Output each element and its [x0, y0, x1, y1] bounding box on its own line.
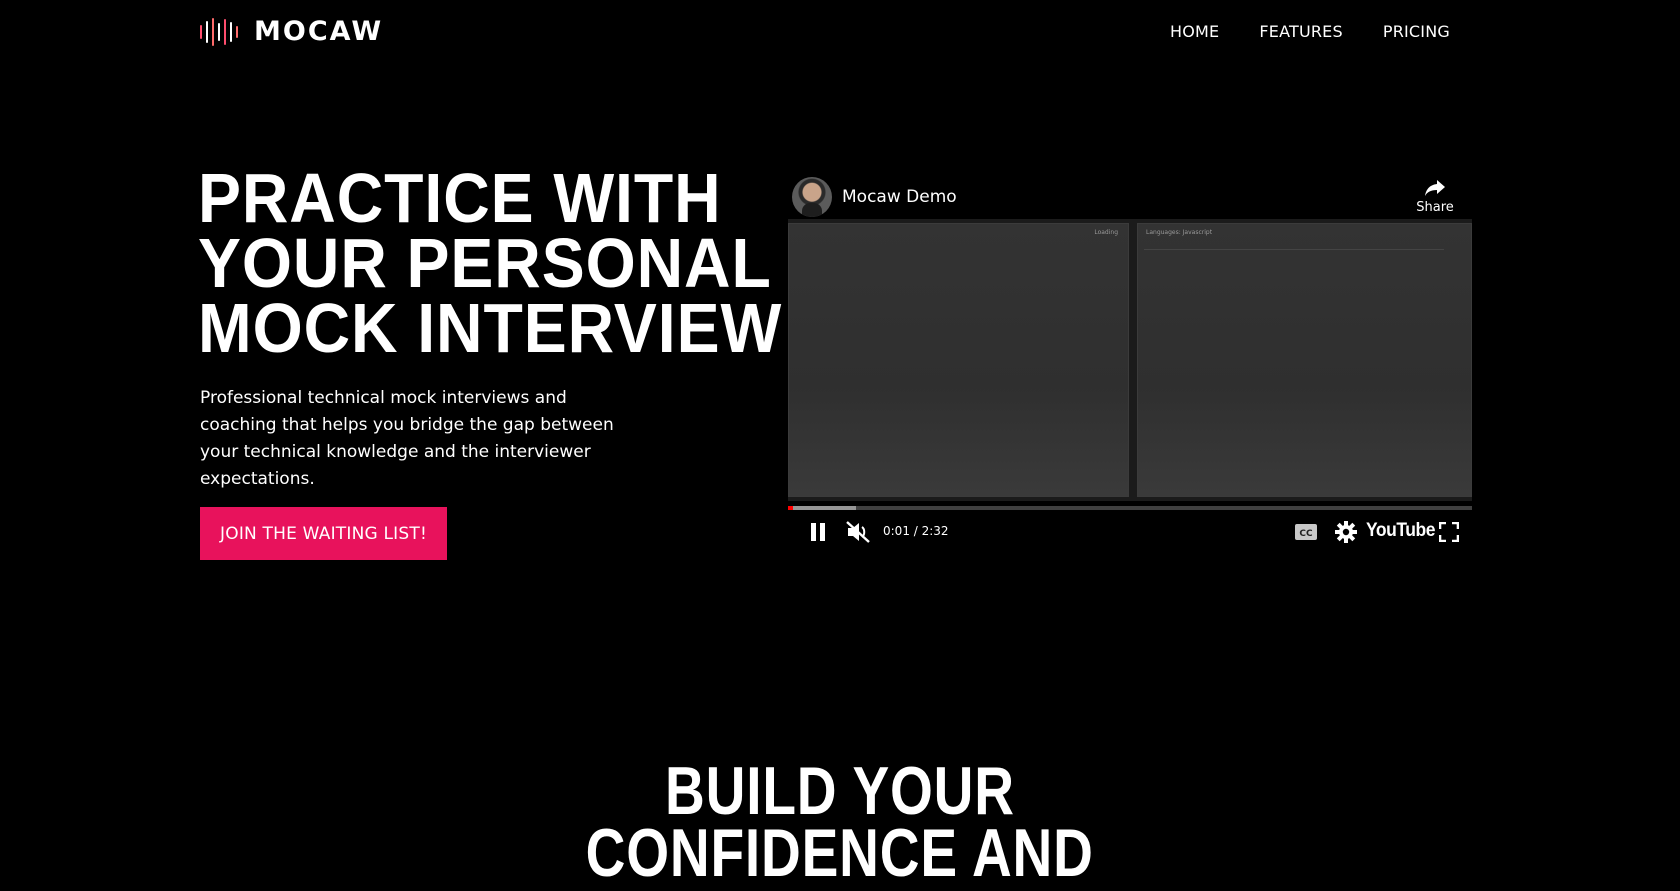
share-label: Share	[1416, 200, 1454, 215]
progress-loaded	[788, 506, 856, 510]
fullscreen-icon	[1439, 522, 1459, 542]
brand-logo[interactable]: MOCAW	[200, 16, 383, 48]
hero-title-line: YOUR PERSONAL	[198, 224, 772, 302]
fullscreen-button[interactable]	[1430, 512, 1468, 552]
pause-icon	[811, 523, 825, 541]
settings-button[interactable]	[1328, 512, 1364, 552]
logo-bar	[218, 23, 220, 41]
main-nav: HOME FEATURES PRICING	[1170, 20, 1450, 44]
nav-pricing[interactable]: PRICING	[1383, 20, 1450, 44]
pane-toolbar	[1144, 238, 1444, 250]
hero-subtitle: Professional technical mock interviews a…	[200, 388, 614, 489]
logo-bar	[236, 26, 238, 38]
join-waiting-list-button[interactable]: JOIN THE WAITING LIST!	[200, 507, 447, 560]
site-header: MOCAW HOME FEATURES PRICING	[0, 0, 1680, 64]
share-arrow-icon	[1425, 180, 1445, 196]
pane-loading-text: Loading	[1094, 229, 1118, 236]
channel-avatar[interactable]	[792, 177, 832, 217]
hero-title-line: MOCK INTERVIEWER	[198, 289, 874, 367]
video-title[interactable]: Mocaw Demo	[842, 186, 957, 208]
video-pane-right: Languages: Javascript	[1137, 223, 1472, 497]
svg-text:CC: CC	[1299, 529, 1313, 539]
hero-title: PRACTICE WITH YOUR PERSONAL MOCK INTERVI…	[198, 159, 874, 367]
nav-features[interactable]: FEATURES	[1259, 20, 1342, 44]
section-title-line-wrap: CONFIDENCE AND	[84, 815, 1596, 891]
video-player[interactable]: Mocaw Demo Share Loading Languages: Java…	[786, 172, 1480, 566]
nav-home[interactable]: HOME	[1170, 20, 1219, 44]
hero-title-line: PRACTICE WITH	[198, 159, 722, 237]
pause-button[interactable]	[798, 512, 838, 552]
section-title-line: BUILD YOUR	[665, 753, 1015, 829]
video-frame[interactable]: Loading Languages: Javascript	[788, 219, 1472, 501]
share-button[interactable]: Share	[1410, 176, 1460, 222]
video-time: 0:01 / 2:32	[883, 524, 949, 538]
logo-bar	[224, 19, 226, 45]
pane-language-text: Languages: Javascript	[1146, 229, 1213, 236]
section-title-line: CONFIDENCE AND	[585, 815, 1095, 891]
logo-bar	[206, 21, 208, 43]
logo-bars-icon	[200, 16, 238, 48]
video-pane-left: Loading	[788, 223, 1129, 497]
youtube-logo[interactable]: YouTube	[1366, 520, 1435, 542]
brand-name: MOCAW	[254, 16, 384, 47]
video-progress-bar[interactable]	[788, 506, 1472, 510]
section-title: BUILD YOUR CONFIDENCE AND	[0, 753, 1680, 891]
logo-bar	[230, 22, 232, 42]
mute-button[interactable]	[838, 512, 878, 552]
video-controls: 0:01 / 2:32 CC YouTube	[786, 512, 1480, 566]
logo-bar	[212, 18, 214, 46]
captions-button[interactable]: CC	[1288, 512, 1324, 552]
captions-icon: CC	[1295, 524, 1317, 540]
progress-played	[788, 506, 793, 510]
volume-muted-icon	[846, 521, 870, 543]
logo-bar	[200, 25, 202, 39]
video-header: Mocaw Demo Share	[786, 172, 1480, 222]
section-title-line-wrap: BUILD YOUR	[84, 753, 1596, 829]
gear-icon	[1335, 521, 1357, 543]
